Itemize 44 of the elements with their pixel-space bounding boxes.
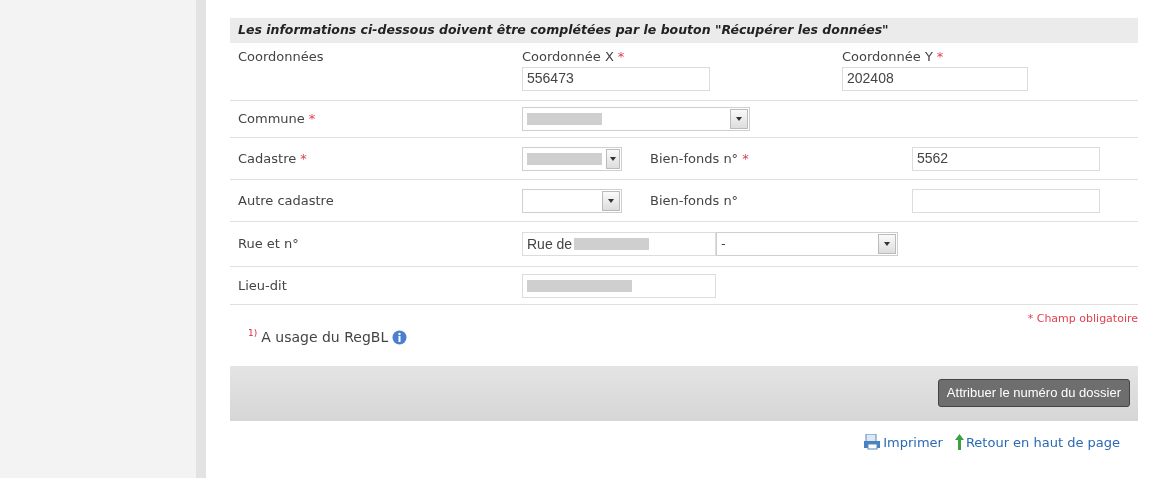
field-value: 5562 <box>917 149 949 168</box>
section-header: Les informations ci-dessous doivent être complétées par le bouton "Récupérer les données" <box>230 18 1138 43</box>
required-note: * Champ obligatoire <box>1027 311 1138 327</box>
field-label: Autre cadastre <box>238 192 334 208</box>
print-link[interactable]: Imprimer <box>864 432 943 452</box>
caret-icon <box>736 117 742 121</box>
back-to-top-link[interactable]: Retour en haut de page <box>954 432 1120 452</box>
field-label: Coordonnée Y * <box>842 48 945 66</box>
field-label: Coordonnées <box>238 49 324 64</box>
dropdown-value: - <box>720 235 727 254</box>
required-asterisk: * <box>308 111 316 127</box>
field-value: Rue de <box>527 234 573 254</box>
required-asterisk: * <box>617 49 625 64</box>
field-value: 202408 <box>847 69 894 88</box>
required-asterisk: * <box>300 150 307 166</box>
printer-icon <box>864 434 882 451</box>
required-asterisk: * <box>742 150 749 166</box>
field-label: Lieu-dit <box>238 277 287 293</box>
caret-icon <box>884 242 890 246</box>
field-label: Coordonnée X * <box>522 48 626 66</box>
dropdown-arrow-button[interactable] <box>878 234 896 254</box>
field-label: Cadastre * <box>238 150 307 166</box>
input-field[interactable]: 202408 <box>842 66 1028 91</box>
field-label: Bien-fonds n° * <box>650 150 749 166</box>
field-label: Commune * <box>238 111 316 127</box>
input-field[interactable]: 5562 <box>912 146 1100 171</box>
footnote-mark: 1) <box>248 327 258 338</box>
field-label: Rue et n° <box>238 236 299 252</box>
footnote-text: A usage du RegBL <box>261 328 389 347</box>
required-asterisk: * <box>936 49 944 64</box>
field-value: 556473 <box>527 69 574 88</box>
field-label: Bien-fonds n° <box>650 192 739 208</box>
up-arrow-icon <box>954 434 964 451</box>
dropdown-arrow-button[interactable] <box>730 109 748 129</box>
dropdown-arrow-button[interactable] <box>606 148 620 169</box>
assign-number-button[interactable]: Attribuer le numéro du dossier <box>937 379 1130 407</box>
info-icon[interactable] <box>392 330 408 345</box>
caret-icon <box>610 156 616 161</box>
caret-icon <box>608 198 614 203</box>
dropdown-arrow-button[interactable] <box>602 190 620 211</box>
input-field[interactable]: 556473 <box>522 66 710 91</box>
input-field[interactable]: Rue de <box>522 232 716 256</box>
input-field[interactable] <box>912 188 1100 213</box>
input-field[interactable] <box>522 273 716 298</box>
